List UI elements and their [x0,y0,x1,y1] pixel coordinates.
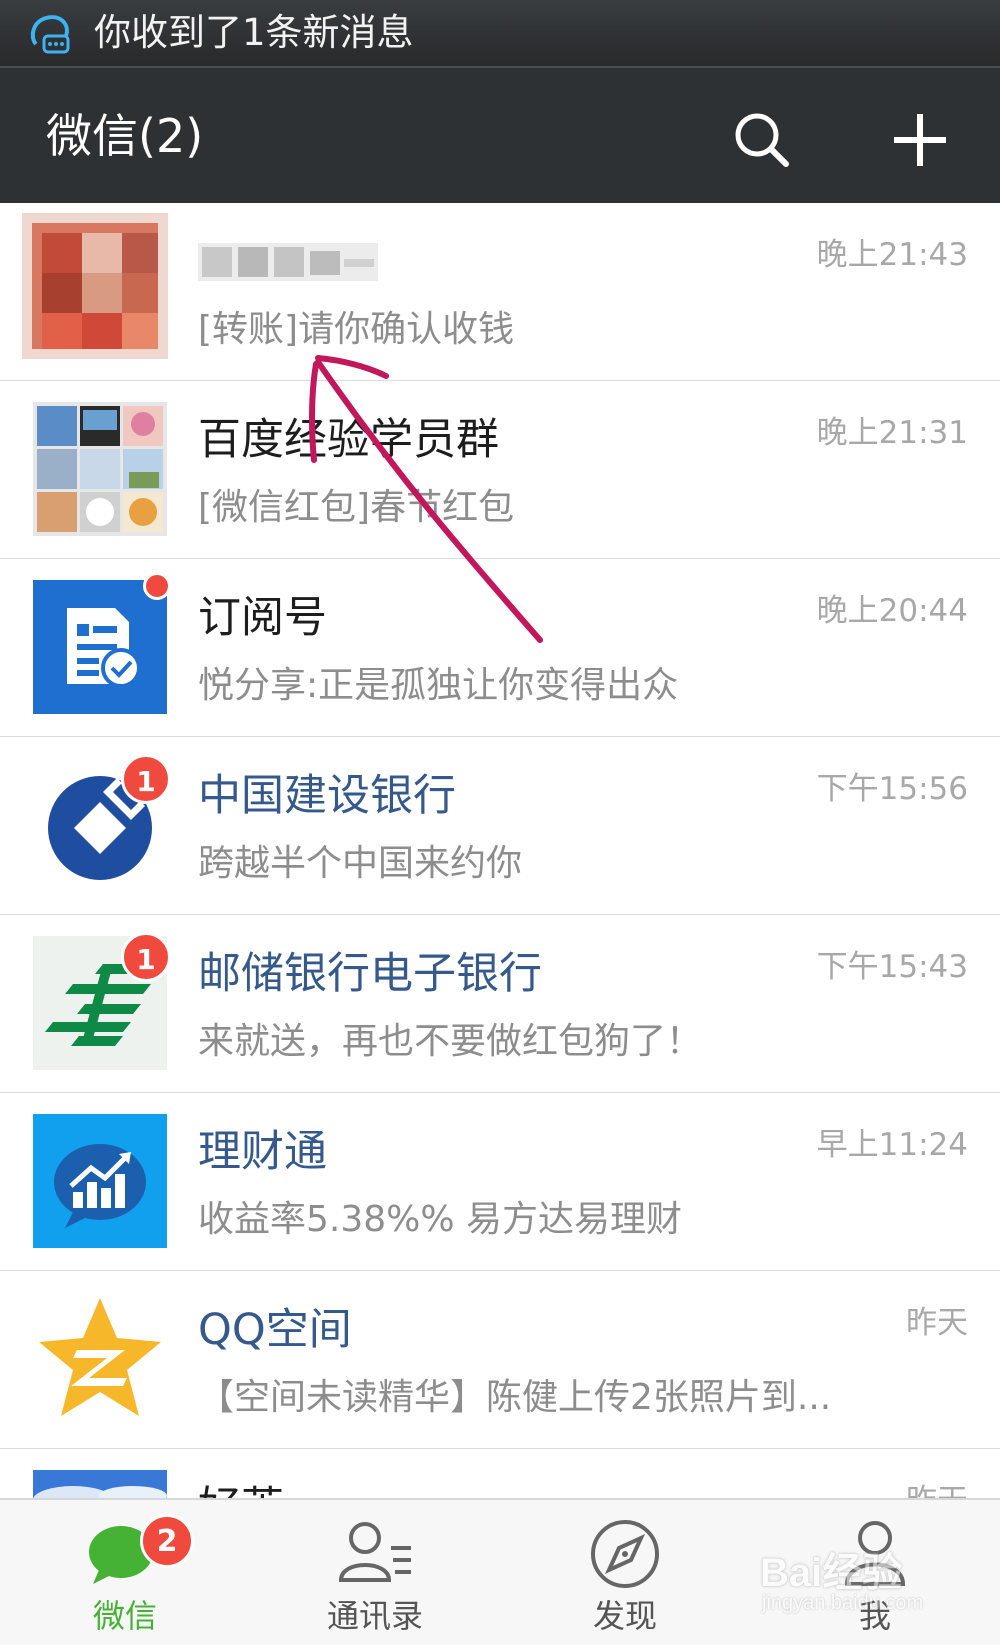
chat-row[interactable]: [转账]请你确认收钱 晚上21:43 [0,203,1000,381]
chat-row[interactable]: 1 中国建设银行 跨越半个中国来约你 下午15:56 [0,737,1000,915]
chat-time: 下午15:43 [816,949,968,985]
chat-row[interactable]: 订阅号 悦分享:正是孤独让你变得出众 晚上20:44 [0,559,1000,737]
unread-badge: 1 [121,932,171,982]
avatar: 1 [33,754,171,892]
avatar [33,402,167,536]
chat-bubble-notification-icon [30,15,70,54]
sky-photo-avatar [33,1470,167,1498]
chat-time: 晚上21:31 [816,415,968,451]
chat-name: 邮储银行电子银行 [198,949,542,999]
avatar [22,213,168,359]
group-photo-grid-avatar [33,402,167,536]
licaitong-logo-icon [33,1114,167,1248]
tab-contacts[interactable]: 通讯录 [250,1500,500,1647]
chat-name: 好莱 [198,1481,284,1498]
chat-row[interactable]: QQ空间 【空间未读精华】陈健上传2张照片到... 昨天 [0,1271,1000,1449]
notification-text: 你收到了1条新消息 [94,11,414,54]
avatar: 1 [33,932,171,1070]
chat-time: 晚上21:43 [816,237,968,273]
chat-name: 理财通 [198,1127,327,1177]
chat-preview: 来就送，再也不要做红包狗了！ [198,1021,703,1062]
tab-label: 通讯录 [326,1597,423,1635]
avatar [33,1470,167,1498]
chat-preview: 悦分享:正是孤独让你变得出众 [198,665,679,706]
chat-list[interactable]: [转账]请你确认收钱 晚上21:43 百度经验学员群 [微信红包]春节红包 晚上… [0,203,1000,1498]
page-title: 微信(2) [46,109,204,163]
unread-badge: 1 [121,754,171,804]
chat-preview: 【空间未读精华】陈健上传2张照片到... [198,1377,832,1418]
chat-time: 昨天 [906,1479,968,1498]
chat-row[interactable]: 好莱 昨天 [0,1449,1000,1498]
avatar [33,572,171,714]
search-icon[interactable] [730,108,794,172]
tab-label: 发现 [592,1597,657,1635]
watermark-sub: jingyan.baidu.com [762,1592,924,1614]
unread-dot [143,572,171,600]
tab-chats[interactable]: 2 微信 [0,1500,250,1647]
chat-time: 下午15:56 [816,771,968,807]
chat-time: 晚上20:44 [816,593,968,629]
blurred-name [198,243,378,281]
chat-row[interactable]: 理财通 收益率5.38%% 易方达易理财 早上11:24 [0,1093,1000,1271]
chat-time: 早上11:24 [816,1127,968,1163]
baidu-watermark: Bai经验 jingyan.baidu.com [760,1540,950,1620]
chat-preview: [微信红包]春节红包 [198,487,515,528]
chat-name: 中国建设银行 [198,771,456,821]
chat-name: 百度经验学员群 [198,415,499,465]
chat-name: QQ空间 [198,1305,352,1355]
contacts-icon [338,1522,411,1582]
title-bar: 微信(2) [0,68,1000,203]
chat-time: 昨天 [906,1305,968,1341]
chat-name: 订阅号 [198,593,327,643]
tab-label: 微信 [92,1597,157,1635]
status-bar: 你收到了1条新消息 [0,0,1000,68]
watermark-main: Bai经验 [760,1551,903,1595]
chat-preview: [转账]请你确认收钱 [198,309,515,350]
tab-discover[interactable]: 发现 [500,1500,750,1647]
unread-badge: 2 [140,1514,194,1568]
blurred-photo-avatar [22,213,168,359]
avatar [33,1114,167,1248]
compass-icon [591,1520,659,1588]
subscription-icon [33,580,167,714]
qzone-logo-icon [33,1292,167,1426]
chat-preview: 跨越半个中国来约你 [198,843,523,884]
avatar [33,1292,167,1426]
chat-row[interactable]: 1 邮储银行电子银行 来就送，再也不要做红包狗了！ 下午15:43 [0,915,1000,1093]
chat-preview: 收益率5.38%% 易方达易理财 [198,1199,683,1240]
chat-row[interactable]: 百度经验学员群 [微信红包]春节红包 晚上21:31 [0,381,1000,559]
plus-icon[interactable] [888,108,952,172]
